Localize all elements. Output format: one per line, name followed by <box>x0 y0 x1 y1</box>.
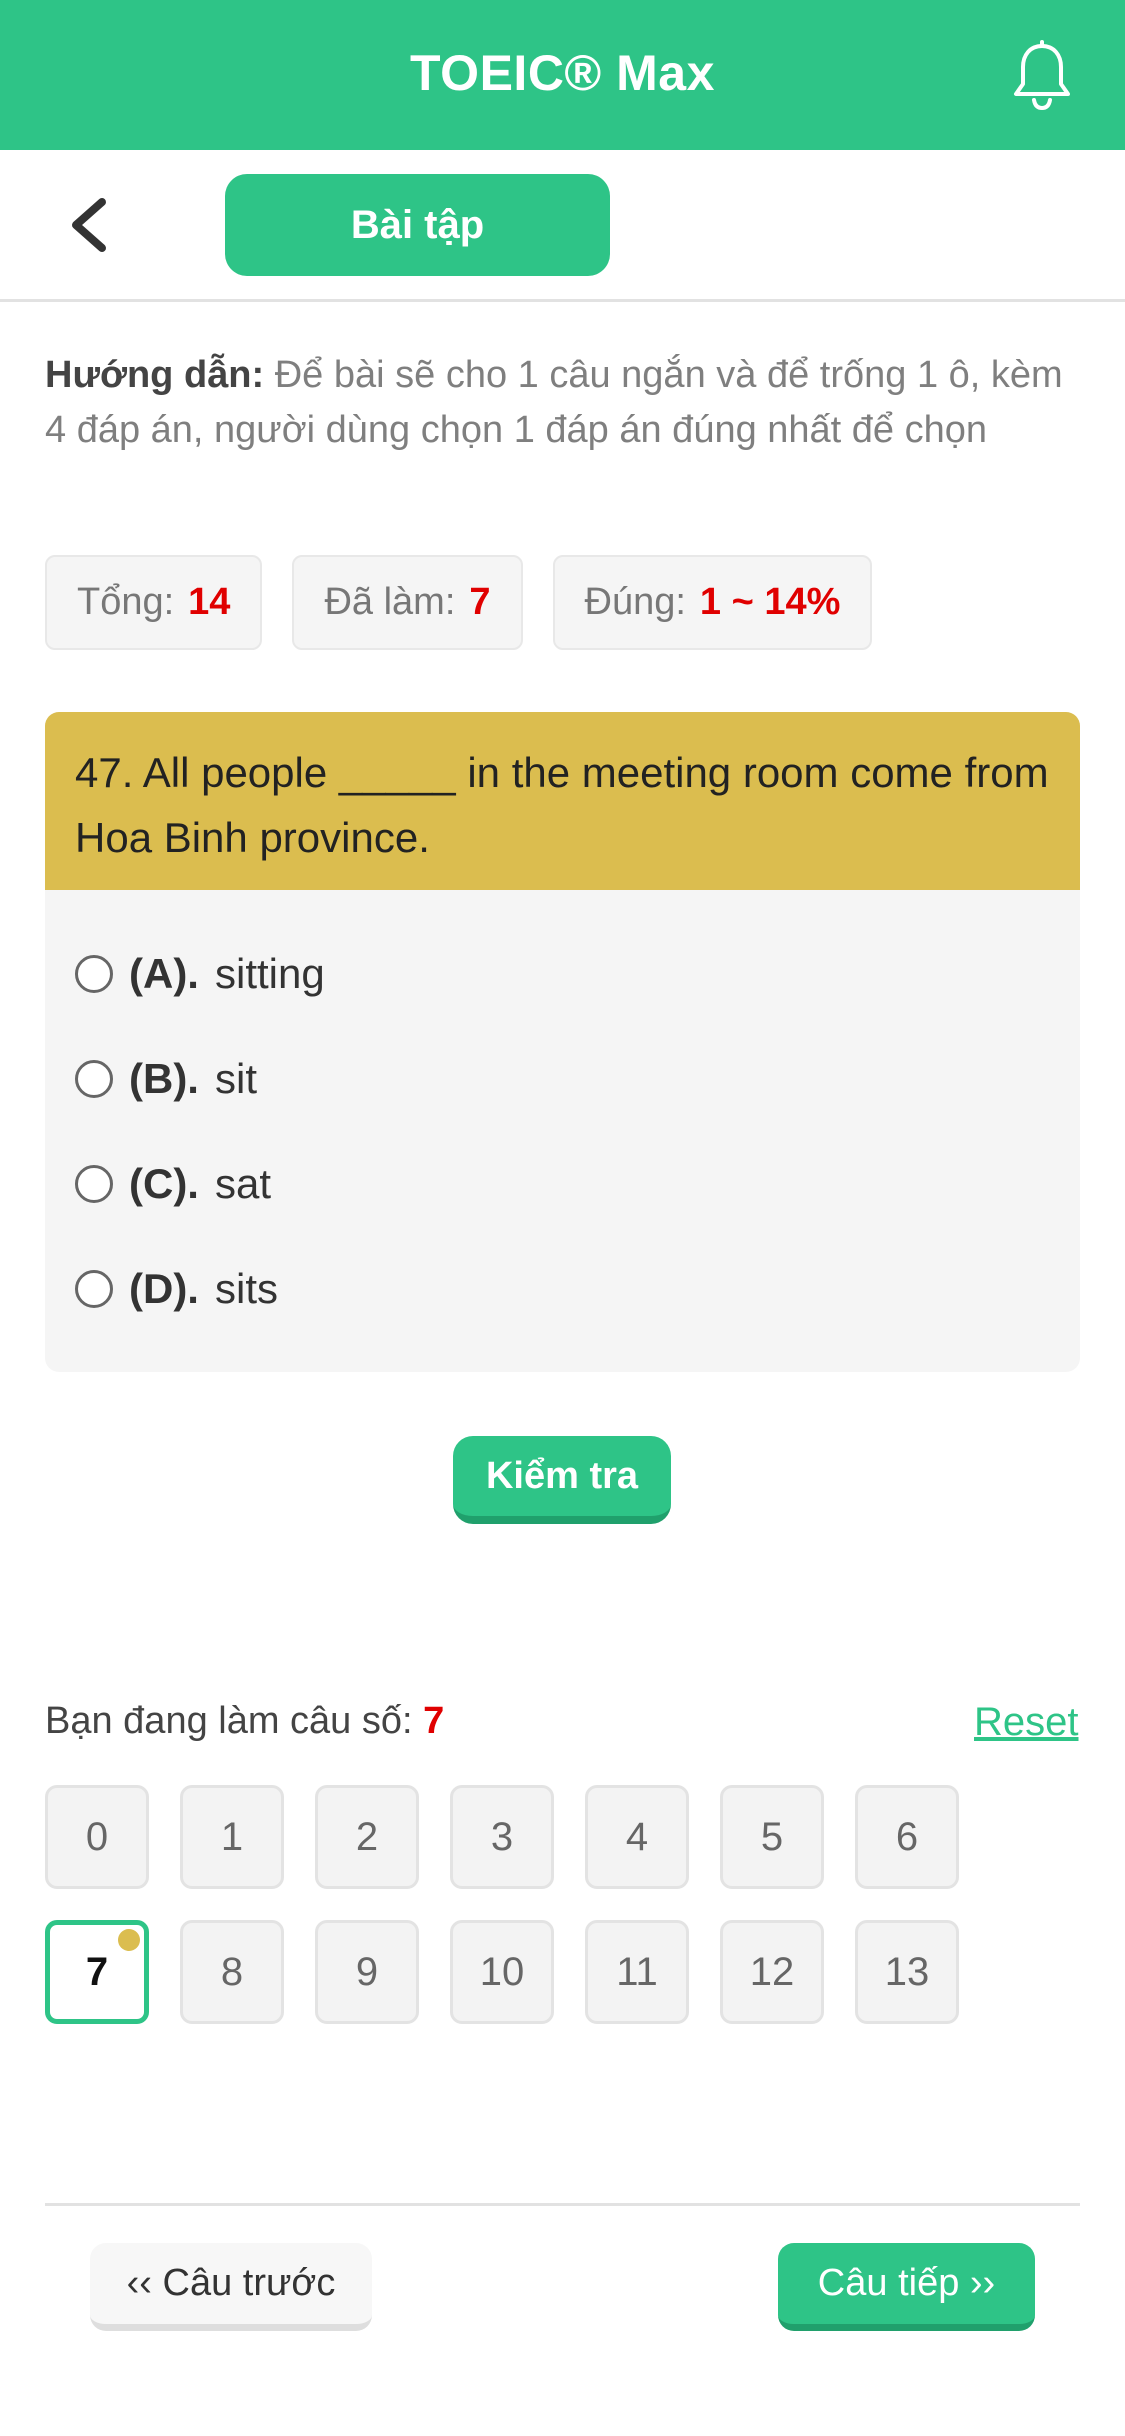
stat-done: Đã làm: 7 <box>292 555 523 650</box>
footer-divider <box>45 2203 1080 2206</box>
question-number-0[interactable]: 0 <box>45 1785 149 1889</box>
instructions-label: Hướng dẫn: <box>45 354 265 396</box>
question-number-3[interactable]: 3 <box>450 1785 554 1889</box>
instructions: Hướng dẫn: Để bài sẽ cho 1 câu ngắn và đ… <box>45 348 1085 458</box>
option-text: sat <box>214 1160 272 1207</box>
question-number-11[interactable]: 11 <box>585 1920 689 2024</box>
stat-total: Tổng: 14 <box>45 555 263 650</box>
current-question-label: Bạn đang làm câu số: <box>45 1700 413 1742</box>
previous-question-button[interactable]: ‹‹ Câu trước <box>90 2243 372 2331</box>
current-question-indicator: Bạn đang làm câu số: 7 <box>45 1700 444 1743</box>
option-text: sitting <box>214 950 325 997</box>
option-d[interactable]: (D). sits <box>75 1259 278 1319</box>
question-number-2[interactable]: 2 <box>315 1785 419 1889</box>
question-number-7-current[interactable]: 7 <box>45 1920 149 2024</box>
question-number-8[interactable]: 8 <box>180 1920 284 2024</box>
question-number-5[interactable]: 5 <box>720 1785 824 1889</box>
app-title: TOEIC® Max <box>410 45 715 101</box>
next-question-button[interactable]: Câu tiếp ›› <box>778 2243 1035 2331</box>
chevron-left-icon[interactable] <box>60 190 120 260</box>
question-number-9[interactable]: 9 <box>315 1920 419 2024</box>
stat-correct: Đúng: 1 ~ 14% <box>552 555 873 650</box>
question-number-13[interactable]: 13 <box>855 1920 959 2024</box>
question-number-1[interactable]: 1 <box>180 1785 284 1889</box>
option-text: sits <box>214 1265 278 1312</box>
sub-navigation: Bài tập <box>0 150 1125 302</box>
option-letter: (B). <box>129 1055 199 1102</box>
radio-button[interactable] <box>75 1060 113 1098</box>
option-letter: (A). <box>129 950 199 997</box>
option-b[interactable]: (B). sit <box>75 1049 257 1109</box>
stat-total-label: Tổng: <box>77 581 175 623</box>
question-number-4[interactable]: 4 <box>585 1785 689 1889</box>
app-header: TOEIC® Max <box>0 0 1125 150</box>
question-card: 47. All people _____ in the meeting room… <box>45 712 1080 1372</box>
question-number-12[interactable]: 12 <box>720 1920 824 2024</box>
check-button[interactable]: Kiểm tra <box>453 1436 671 1524</box>
stat-done-value: 7 <box>469 581 491 623</box>
stat-correct-label: Đúng: <box>584 581 686 623</box>
current-question-number: 7 <box>423 1700 445 1742</box>
question-number-6[interactable]: 6 <box>855 1785 959 1889</box>
option-letter: (C). <box>129 1160 199 1207</box>
bell-icon[interactable] <box>1010 40 1074 112</box>
reset-link[interactable]: Reset <box>974 1700 1079 1745</box>
question-number-10[interactable]: 10 <box>450 1920 554 2024</box>
radio-button[interactable] <box>75 955 113 993</box>
stat-correct-value: 1 ~ 14% <box>699 581 841 623</box>
stat-done-label: Đã làm: <box>324 581 456 623</box>
question-text: 47. All people _____ in the meeting room… <box>45 712 1080 890</box>
option-text: sit <box>214 1055 257 1102</box>
option-c[interactable]: (C). sat <box>75 1154 271 1214</box>
option-a[interactable]: (A). sitting <box>75 944 325 1004</box>
stat-total-value: 14 <box>188 581 231 623</box>
radio-button[interactable] <box>75 1270 113 1308</box>
option-letter: (D). <box>129 1265 199 1312</box>
question-number-label: 7 <box>85 1949 109 1994</box>
radio-button[interactable] <box>75 1165 113 1203</box>
current-marker-dot <box>118 1929 140 1951</box>
stats-row: Tổng: 14 Đã làm: 7 Đúng: 1 ~ 14% <box>45 555 873 650</box>
tab-exercise[interactable]: Bài tập <box>225 174 610 276</box>
